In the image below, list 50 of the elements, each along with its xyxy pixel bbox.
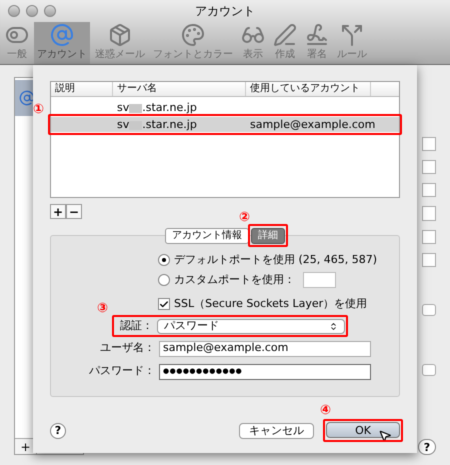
up-down-arrows-icon <box>329 322 338 330</box>
window-control-icon[interactable] <box>44 5 56 17</box>
list-button[interactable]: − <box>66 204 82 219</box>
at-sign-icon <box>19 90 35 106</box>
highlight-frame <box>248 224 288 247</box>
step-number: ① <box>33 103 44 116</box>
toolbar-tab[interactable]: アカウント <box>34 21 90 64</box>
window-title: アカウント <box>195 3 255 20</box>
radio-label: カスタムポートを使用： <box>174 272 295 288</box>
column-header[interactable]: サーバ名 <box>113 82 246 96</box>
field-label: ユーザ名： <box>99 340 156 356</box>
input-field[interactable] <box>422 137 436 152</box>
column-header[interactable]: 説明 <box>51 82 113 96</box>
help-button[interactable]: ? <box>50 422 66 438</box>
cursor-icon <box>378 429 392 443</box>
at-sign-icon <box>50 23 74 47</box>
checkbox-label: SSL（Secure Sockets Layer）を使用 <box>174 296 368 312</box>
list-button[interactable]: + <box>50 204 66 219</box>
step-number: ③ <box>97 302 108 315</box>
segment-tab[interactable]: 詳細 <box>251 228 285 244</box>
input-field[interactable] <box>422 183 436 198</box>
auth-popup[interactable]: パスワード <box>157 318 345 334</box>
window-control-icon[interactable] <box>26 5 38 17</box>
input-field[interactable] <box>422 230 436 244</box>
table-cell-text: sv .star.ne.jp <box>116 100 198 116</box>
field-label: 認証： <box>119 318 154 334</box>
column-header[interactable]: 使用しているアカウント <box>246 82 371 96</box>
ok-button[interactable]: OK <box>326 422 400 438</box>
popup-button[interactable] <box>422 364 436 376</box>
input-field[interactable] <box>422 160 436 174</box>
port-field[interactable] <box>303 272 336 288</box>
username-field[interactable]: sample@example.com <box>159 340 371 356</box>
table-cell-text: sample@example.com <box>249 117 376 133</box>
help-button[interactable]: ? <box>418 439 436 455</box>
step-number: ④ <box>320 404 332 417</box>
table-cell-text: sv .star.ne.jp <box>116 117 198 133</box>
checkbox[interactable] <box>158 298 170 310</box>
step-number: ② <box>239 211 250 224</box>
popup-button[interactable] <box>422 304 436 316</box>
table-row[interactable]: sv .star.ne.jp sample@example.com <box>51 117 399 132</box>
field-label: パスワード： <box>88 363 156 380</box>
radio-button[interactable] <box>158 274 170 286</box>
segment-tab[interactable]: アカウント情報 <box>165 228 249 244</box>
input-field[interactable] <box>422 206 436 220</box>
input-field[interactable] <box>422 252 436 267</box>
cancel-button[interactable]: キャンセル <box>239 422 314 438</box>
radio-label: デフォルトポートを使用 (25, 465, 587) <box>174 252 378 268</box>
table-row[interactable]: sv .star.ne.jp <box>51 100 399 115</box>
window-control-icon[interactable] <box>8 5 20 17</box>
radio-button[interactable] <box>158 254 170 266</box>
